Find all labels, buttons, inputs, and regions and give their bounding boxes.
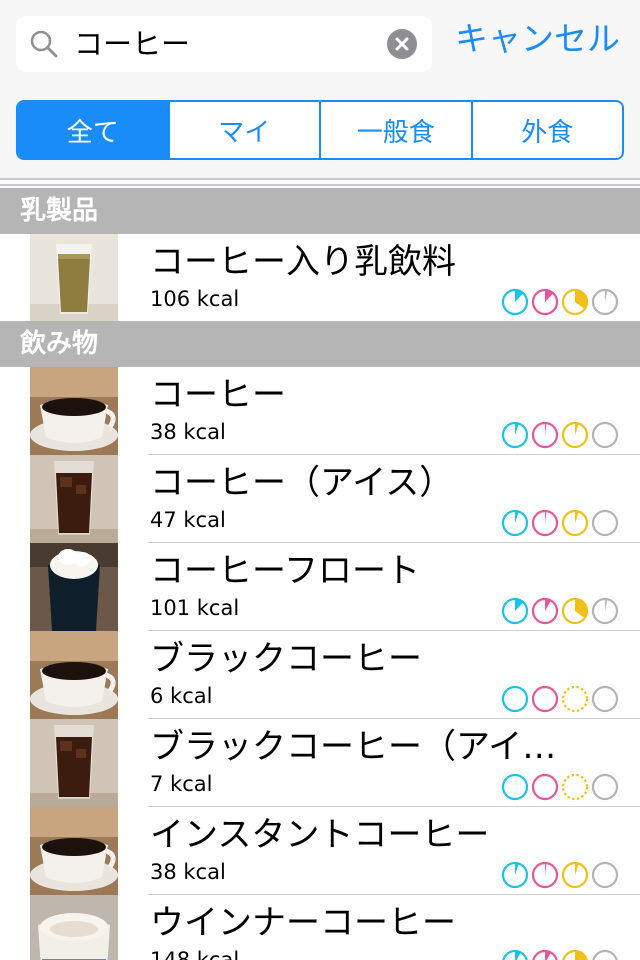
coffee-cup-image <box>30 807 118 895</box>
milk-coffee-glass-image <box>30 234 118 322</box>
nutrient-indicators <box>501 509 619 537</box>
coffee-cup-image <box>30 367 118 455</box>
salt-indicator-icon <box>591 861 619 889</box>
list-item[interactable]: ブラックコーヒー 6 kcal <box>0 631 640 719</box>
food-calories: 6 kcal <box>150 684 213 708</box>
salt-indicator-icon <box>592 949 618 960</box>
nutrient-indicators <box>501 597 619 625</box>
salt-indicator-icon <box>591 421 619 449</box>
iced-coffee-image <box>30 455 118 543</box>
food-calories: 7 kcal <box>150 772 213 796</box>
search-icon <box>30 30 58 58</box>
protein-indicator-icon <box>501 773 529 801</box>
coffee-cup-image <box>30 631 118 719</box>
fat-indicator-icon <box>531 861 559 889</box>
coffee-cup-image <box>30 367 118 455</box>
carb-indicator-icon <box>561 288 589 316</box>
fat-indicator-icon <box>531 421 559 449</box>
protein-indicator-icon <box>501 685 529 713</box>
carb-indicator-icon <box>561 861 589 889</box>
carb-indicator-icon <box>561 597 589 625</box>
protein-indicator-icon <box>501 288 529 316</box>
fat-indicator-icon <box>531 773 559 801</box>
nutrient-indicators <box>501 685 619 713</box>
cancel-button[interactable]: キャンセル <box>455 20 620 58</box>
salt-indicator-icon <box>591 773 619 801</box>
salt-indicator-icon <box>591 597 619 625</box>
food-name: ウインナーコーヒー <box>150 903 456 943</box>
food-calories: 38 kcal <box>150 420 226 444</box>
nutrient-indicators <box>501 861 619 889</box>
search-input[interactable]: コーヒー <box>74 27 190 61</box>
food-calories: 47 kcal <box>150 508 226 532</box>
fat-indicator-icon <box>531 685 559 713</box>
protein-indicator-icon <box>501 421 529 449</box>
fat-indicator-icon <box>531 509 559 537</box>
nutrient-indicators <box>501 773 619 801</box>
food-calories: 101 kcal <box>150 596 240 620</box>
salt-indicator-icon <box>591 288 619 316</box>
coffee-float-image <box>30 543 118 631</box>
protein-indicator-icon <box>501 509 529 537</box>
coffee-float-image <box>30 543 118 631</box>
segment-general-food[interactable]: 一般食 <box>321 102 473 158</box>
iced-coffee-glass-image <box>30 455 118 543</box>
divider <box>0 184 640 186</box>
food-calories: 148 kcal <box>150 948 240 960</box>
coffee-cup-image <box>30 631 118 719</box>
close-icon <box>395 37 409 51</box>
milk-coffee-glass-image <box>30 234 118 322</box>
food-name: コーヒーフロート <box>150 551 420 591</box>
list-item[interactable]: ブラックコーヒー（アイ… 7 kcal <box>0 719 640 807</box>
coffee-cup-image <box>30 807 118 895</box>
salt-indicator-icon <box>591 509 619 537</box>
food-name: コーヒー（アイス） <box>150 463 454 503</box>
section-header-dairy: 乳製品 <box>0 188 640 234</box>
list-item[interactable]: コーヒー 38 kcal <box>0 367 640 455</box>
protein-indicator-icon <box>501 861 529 889</box>
carb-indicator-icon <box>562 949 588 960</box>
section-title: 乳製品 <box>20 196 99 226</box>
iced-coffee-image <box>30 719 118 807</box>
salt-indicator-icon <box>591 685 619 713</box>
clear-search-button[interactable] <box>387 29 417 59</box>
vienna-coffee-image <box>30 895 118 960</box>
food-name: コーヒー入り乳飲料 <box>150 242 456 282</box>
carb-indicator-icon <box>561 773 589 801</box>
food-calories: 38 kcal <box>150 860 226 884</box>
divider <box>0 178 640 180</box>
search-header: コーヒー キャンセル 全て マイ 一般食 外食 <box>0 0 640 180</box>
list-item[interactable]: コーヒーフロート 101 kcal <box>0 543 640 631</box>
section-header-drinks: 飲み物 <box>0 321 640 367</box>
protein-indicator-icon <box>501 597 529 625</box>
section-title: 飲み物 <box>20 329 99 359</box>
category-segmented-control: 全て マイ 一般食 外食 <box>16 100 624 160</box>
fat-indicator-icon <box>532 949 558 960</box>
carb-indicator-icon <box>561 509 589 537</box>
fat-indicator-icon <box>531 288 559 316</box>
nutrient-indicators <box>502 949 618 960</box>
nutrient-indicators <box>501 288 619 316</box>
carb-indicator-icon <box>561 685 589 713</box>
protein-indicator-icon <box>502 949 528 960</box>
food-name: ブラックコーヒー（アイ… <box>150 727 557 767</box>
carb-indicator-icon <box>561 421 589 449</box>
segment-my[interactable]: マイ <box>169 102 321 158</box>
segment-eating-out[interactable]: 外食 <box>472 102 622 158</box>
list-item[interactable]: ウインナーコーヒー 148 kcal <box>0 895 640 960</box>
iced-coffee-glass-image <box>30 719 118 807</box>
fat-indicator-icon <box>531 597 559 625</box>
segment-all[interactable]: 全て <box>18 102 170 158</box>
list-item[interactable]: コーヒー（アイス） 47 kcal <box>0 455 640 543</box>
list-item[interactable]: インスタントコーヒー 38 kcal <box>0 807 640 895</box>
nutrient-indicators <box>501 421 619 449</box>
food-name: ブラックコーヒー <box>150 639 422 679</box>
list-item[interactable]: コーヒー入り乳飲料 106 kcal <box>0 234 640 322</box>
food-calories: 106 kcal <box>150 287 240 311</box>
vienna-coffee-image <box>30 895 118 960</box>
food-name: インスタントコーヒー <box>150 815 490 855</box>
food-name: コーヒー <box>150 375 286 415</box>
